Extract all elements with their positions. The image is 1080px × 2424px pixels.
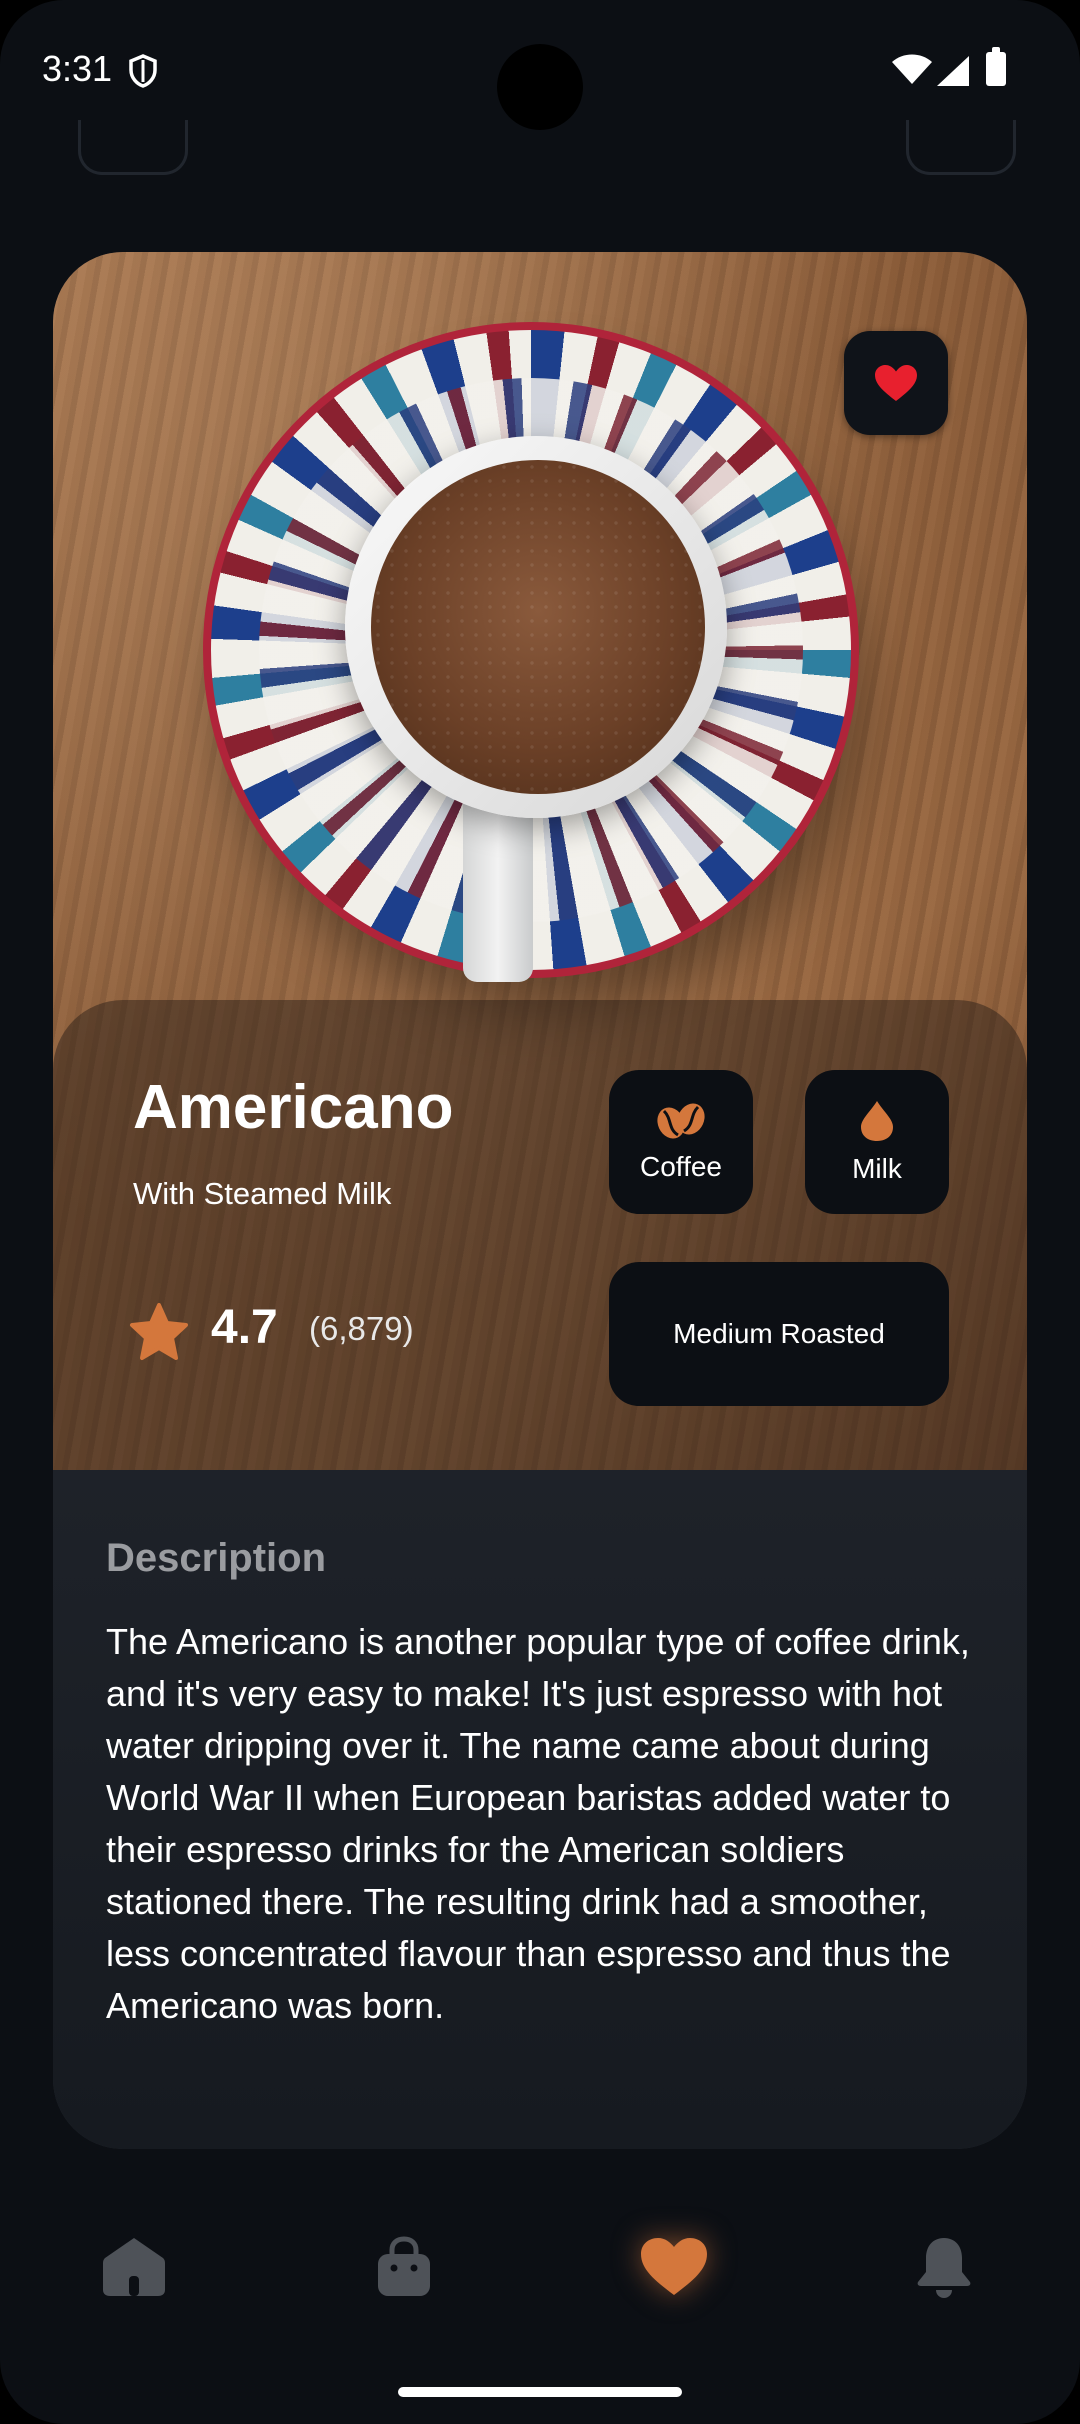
heart-icon [875, 365, 917, 401]
coffee-chip-label: Coffee [640, 1151, 722, 1182]
front-camera [497, 44, 583, 130]
nav-home[interactable] [89, 2222, 179, 2312]
wifi-icon [892, 54, 932, 84]
home-icon [103, 2238, 165, 2296]
profile-button[interactable] [906, 120, 1016, 175]
roast-chip: Medium Roasted [609, 1262, 949, 1406]
milk-chip: Milk [805, 1070, 949, 1214]
product-subtitle: With Steamed Milk [133, 1176, 392, 1211]
bottom-nav [0, 2180, 1080, 2340]
coffee-chip: Coffee [609, 1070, 753, 1214]
status-time: 3:31 [42, 48, 113, 89]
description-title: Description [106, 1536, 327, 1580]
signal-icon [937, 56, 969, 86]
description-section: Description The Americano is another pop… [53, 1470, 1027, 2149]
favorite-button[interactable] [844, 331, 948, 435]
heart-icon [641, 2238, 707, 2295]
home-indicator[interactable] [398, 2387, 682, 2397]
app-screen: 3:31 Americano With Steamed Milk 4.7 (6,… [0, 0, 1080, 2424]
nav-favorites[interactable] [629, 2222, 719, 2312]
bell-icon [917, 2238, 971, 2298]
shield-icon [129, 54, 157, 88]
rating-count: (6,879) [309, 1310, 414, 1347]
milk-chip-label: Milk [852, 1153, 902, 1184]
nav-notifications[interactable] [899, 2222, 989, 2312]
drop-icon [861, 1101, 893, 1141]
rating-value: 4.7 [211, 1301, 278, 1354]
bag-icon [378, 2236, 430, 2296]
star-icon [130, 1303, 188, 1360]
roast-chip-label: Medium Roasted [673, 1318, 885, 1349]
menu-button[interactable] [78, 120, 188, 175]
coffee-crema [371, 460, 705, 794]
battery-icon [986, 47, 1006, 86]
description-text: The Americano is another popular type of… [106, 1621, 970, 2026]
coffee-beans-icon [657, 1103, 705, 1139]
cup-handle [463, 792, 533, 982]
product-title: Americano [133, 1073, 454, 1142]
nav-cart[interactable] [359, 2222, 449, 2312]
product-card: Americano With Steamed Milk 4.7 (6,879) … [53, 252, 1027, 2149]
